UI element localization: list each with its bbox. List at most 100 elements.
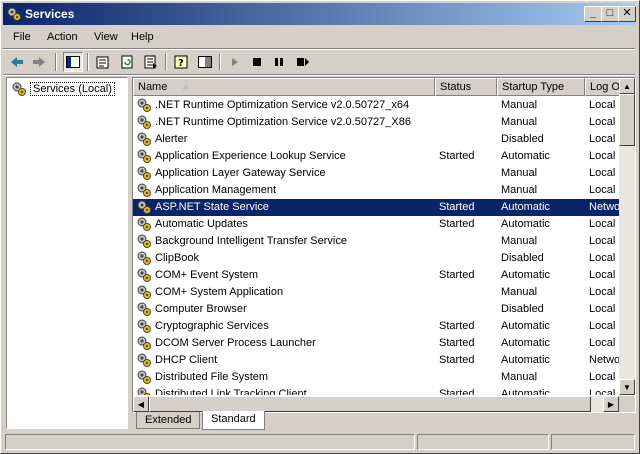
service-log-on: Local S: [589, 388, 619, 395]
title-bar[interactable]: Services _ □ ✕: [3, 3, 636, 25]
service-name: COM+ System Application: [155, 286, 284, 298]
service-status: Started: [439, 337, 475, 349]
status-bar: [3, 433, 635, 451]
service-log-on: Local S: [589, 337, 619, 349]
column-header-startup-type[interactable]: Startup Type: [497, 78, 585, 96]
service-gear-icon: [136, 199, 152, 215]
service-name: ClipBook: [155, 252, 200, 264]
scroll-left-button[interactable]: ◀: [133, 396, 149, 412]
table-row[interactable]: DCOM Server Process Launcher Started Autom…: [133, 335, 619, 352]
forward-arrow-icon[interactable]: [29, 52, 49, 72]
refresh-icon[interactable]: [117, 52, 137, 72]
table-row[interactable]: Distributed Link Tracking Client Started A…: [133, 386, 619, 395]
table-row[interactable]: COM+ Event System Started Automatic Local S: [133, 267, 619, 284]
service-name: Background Intelligent Transfer Service: [155, 235, 347, 247]
service-name: DCOM Server Process Launcher: [155, 337, 316, 349]
menu-bar: File Action View Help: [3, 27, 635, 47]
menu-view[interactable]: View: [94, 31, 118, 43]
scroll-thumb[interactable]: [619, 94, 635, 146]
table-row[interactable]: Application Management Manual Local S: [133, 182, 619, 199]
service-name: Cryptographic Services: [155, 320, 269, 332]
list-rows: .NET Runtime Optimization Service v2.0.5…: [133, 97, 619, 395]
table-row[interactable]: .NET Runtime Optimization Service v2.0.5…: [133, 114, 619, 131]
menu-file[interactable]: File: [13, 31, 31, 43]
status-pane-main: [5, 434, 415, 450]
service-log-on: Local S: [589, 235, 619, 247]
table-row[interactable]: ASP.NET State Service Started Automatic Net…: [133, 199, 619, 216]
table-row[interactable]: Application Layer Gateway Service Manual L…: [133, 165, 619, 182]
service-gear-icon: [136, 114, 152, 130]
horizontal-scrollbar[interactable]: ◀ ▶: [133, 396, 619, 412]
pause-service-icon[interactable]: [269, 52, 289, 72]
service-name: Automatic Updates: [155, 218, 248, 230]
table-row[interactable]: Computer Browser Disabled Local S: [133, 301, 619, 318]
service-startup-type: Disabled: [501, 303, 544, 315]
view-tabs: Extended Standard: [132, 411, 332, 430]
table-row[interactable]: Background Intelligent Transfer Service M…: [133, 233, 619, 250]
menu-help[interactable]: Help: [131, 31, 154, 43]
menu-action[interactable]: Action: [47, 31, 78, 43]
table-row[interactable]: ClipBook Disabled Local S: [133, 250, 619, 267]
service-log-on: Local S: [589, 320, 619, 332]
export-list-icon[interactable]: [141, 52, 161, 72]
restart-service-icon[interactable]: [293, 52, 313, 72]
vertical-scrollbar[interactable]: ▲ ▼: [619, 78, 635, 395]
service-name: .NET Runtime Optimization Service v2.0.5…: [155, 116, 411, 128]
console-icon[interactable]: [195, 52, 215, 72]
service-log-on: Netwo: [589, 201, 619, 213]
service-gear-icon: [136, 182, 152, 198]
properties-icon[interactable]: [93, 52, 113, 72]
stop-service-icon[interactable]: [247, 52, 267, 72]
service-startup-type: Automatic: [501, 150, 550, 162]
service-gear-icon: [136, 216, 152, 232]
tree-node-services-local[interactable]: Services (Local): [11, 81, 115, 97]
services-gear-icon: [7, 7, 21, 21]
service-startup-type: Disabled: [501, 133, 544, 145]
service-gear-icon: [136, 165, 152, 181]
service-startup-type: Automatic: [501, 269, 550, 281]
service-gear-icon: [136, 97, 152, 113]
table-row[interactable]: DHCP Client Started Automatic Netwo: [133, 352, 619, 369]
column-header-name[interactable]: Name ▲: [133, 78, 435, 96]
service-gear-icon: [136, 267, 152, 283]
table-row[interactable]: Cryptographic Services Started Automatic Lo…: [133, 318, 619, 335]
toolbar-separator-line: [3, 74, 635, 76]
scroll-up-button[interactable]: ▲: [619, 78, 635, 94]
service-startup-type: Manual: [501, 167, 538, 179]
tab-standard[interactable]: Standard: [202, 411, 265, 430]
table-row[interactable]: Distributed File System Manual Local S: [133, 369, 619, 386]
scroll-down-button[interactable]: ▼: [619, 379, 635, 395]
service-name: COM+ Event System: [155, 269, 259, 281]
tree-node-label: Services (Local): [30, 82, 115, 96]
tab-extended[interactable]: Extended: [136, 412, 201, 429]
minimize-button[interactable]: _: [584, 6, 602, 22]
back-arrow-icon[interactable]: [7, 52, 27, 72]
service-startup-type: Automatic: [501, 320, 550, 332]
start-service-icon[interactable]: [225, 52, 245, 72]
service-name: Alerter: [155, 133, 188, 145]
horizontal-scroll-thumb[interactable]: [149, 396, 591, 412]
table-row[interactable]: Application Experience Lookup Service Sta…: [133, 148, 619, 165]
service-name: DHCP Client: [155, 354, 218, 366]
service-gear-icon: [136, 352, 152, 368]
service-startup-type: Automatic: [501, 388, 550, 395]
table-row[interactable]: .NET Runtime Optimization Service v2.0.5…: [133, 97, 619, 114]
service-startup-type: Automatic: [501, 354, 550, 366]
table-row[interactable]: Alerter Disabled Local S: [133, 131, 619, 148]
table-row[interactable]: Automatic Updates Started Automatic Local S: [133, 216, 619, 233]
close-button[interactable]: ✕: [618, 6, 636, 22]
scroll-right-button[interactable]: ▶: [603, 396, 619, 412]
service-log-on: Netwo: [589, 354, 619, 366]
service-gear-icon: [136, 233, 152, 249]
table-row[interactable]: COM+ System Application Manual Local S: [133, 284, 619, 301]
help-icon[interactable]: ?: [171, 52, 191, 72]
column-header-status[interactable]: Status: [435, 78, 497, 96]
service-gear-icon: [136, 284, 152, 300]
service-startup-type: Manual: [501, 286, 538, 298]
service-gear-icon: [136, 131, 152, 147]
show-hide-tree-icon[interactable]: [63, 52, 83, 72]
tree-pane: Services (Local): [6, 77, 128, 429]
scroll-corner: [619, 396, 635, 412]
maximize-button[interactable]: □: [601, 6, 619, 22]
service-log-on: Local S: [589, 286, 619, 298]
